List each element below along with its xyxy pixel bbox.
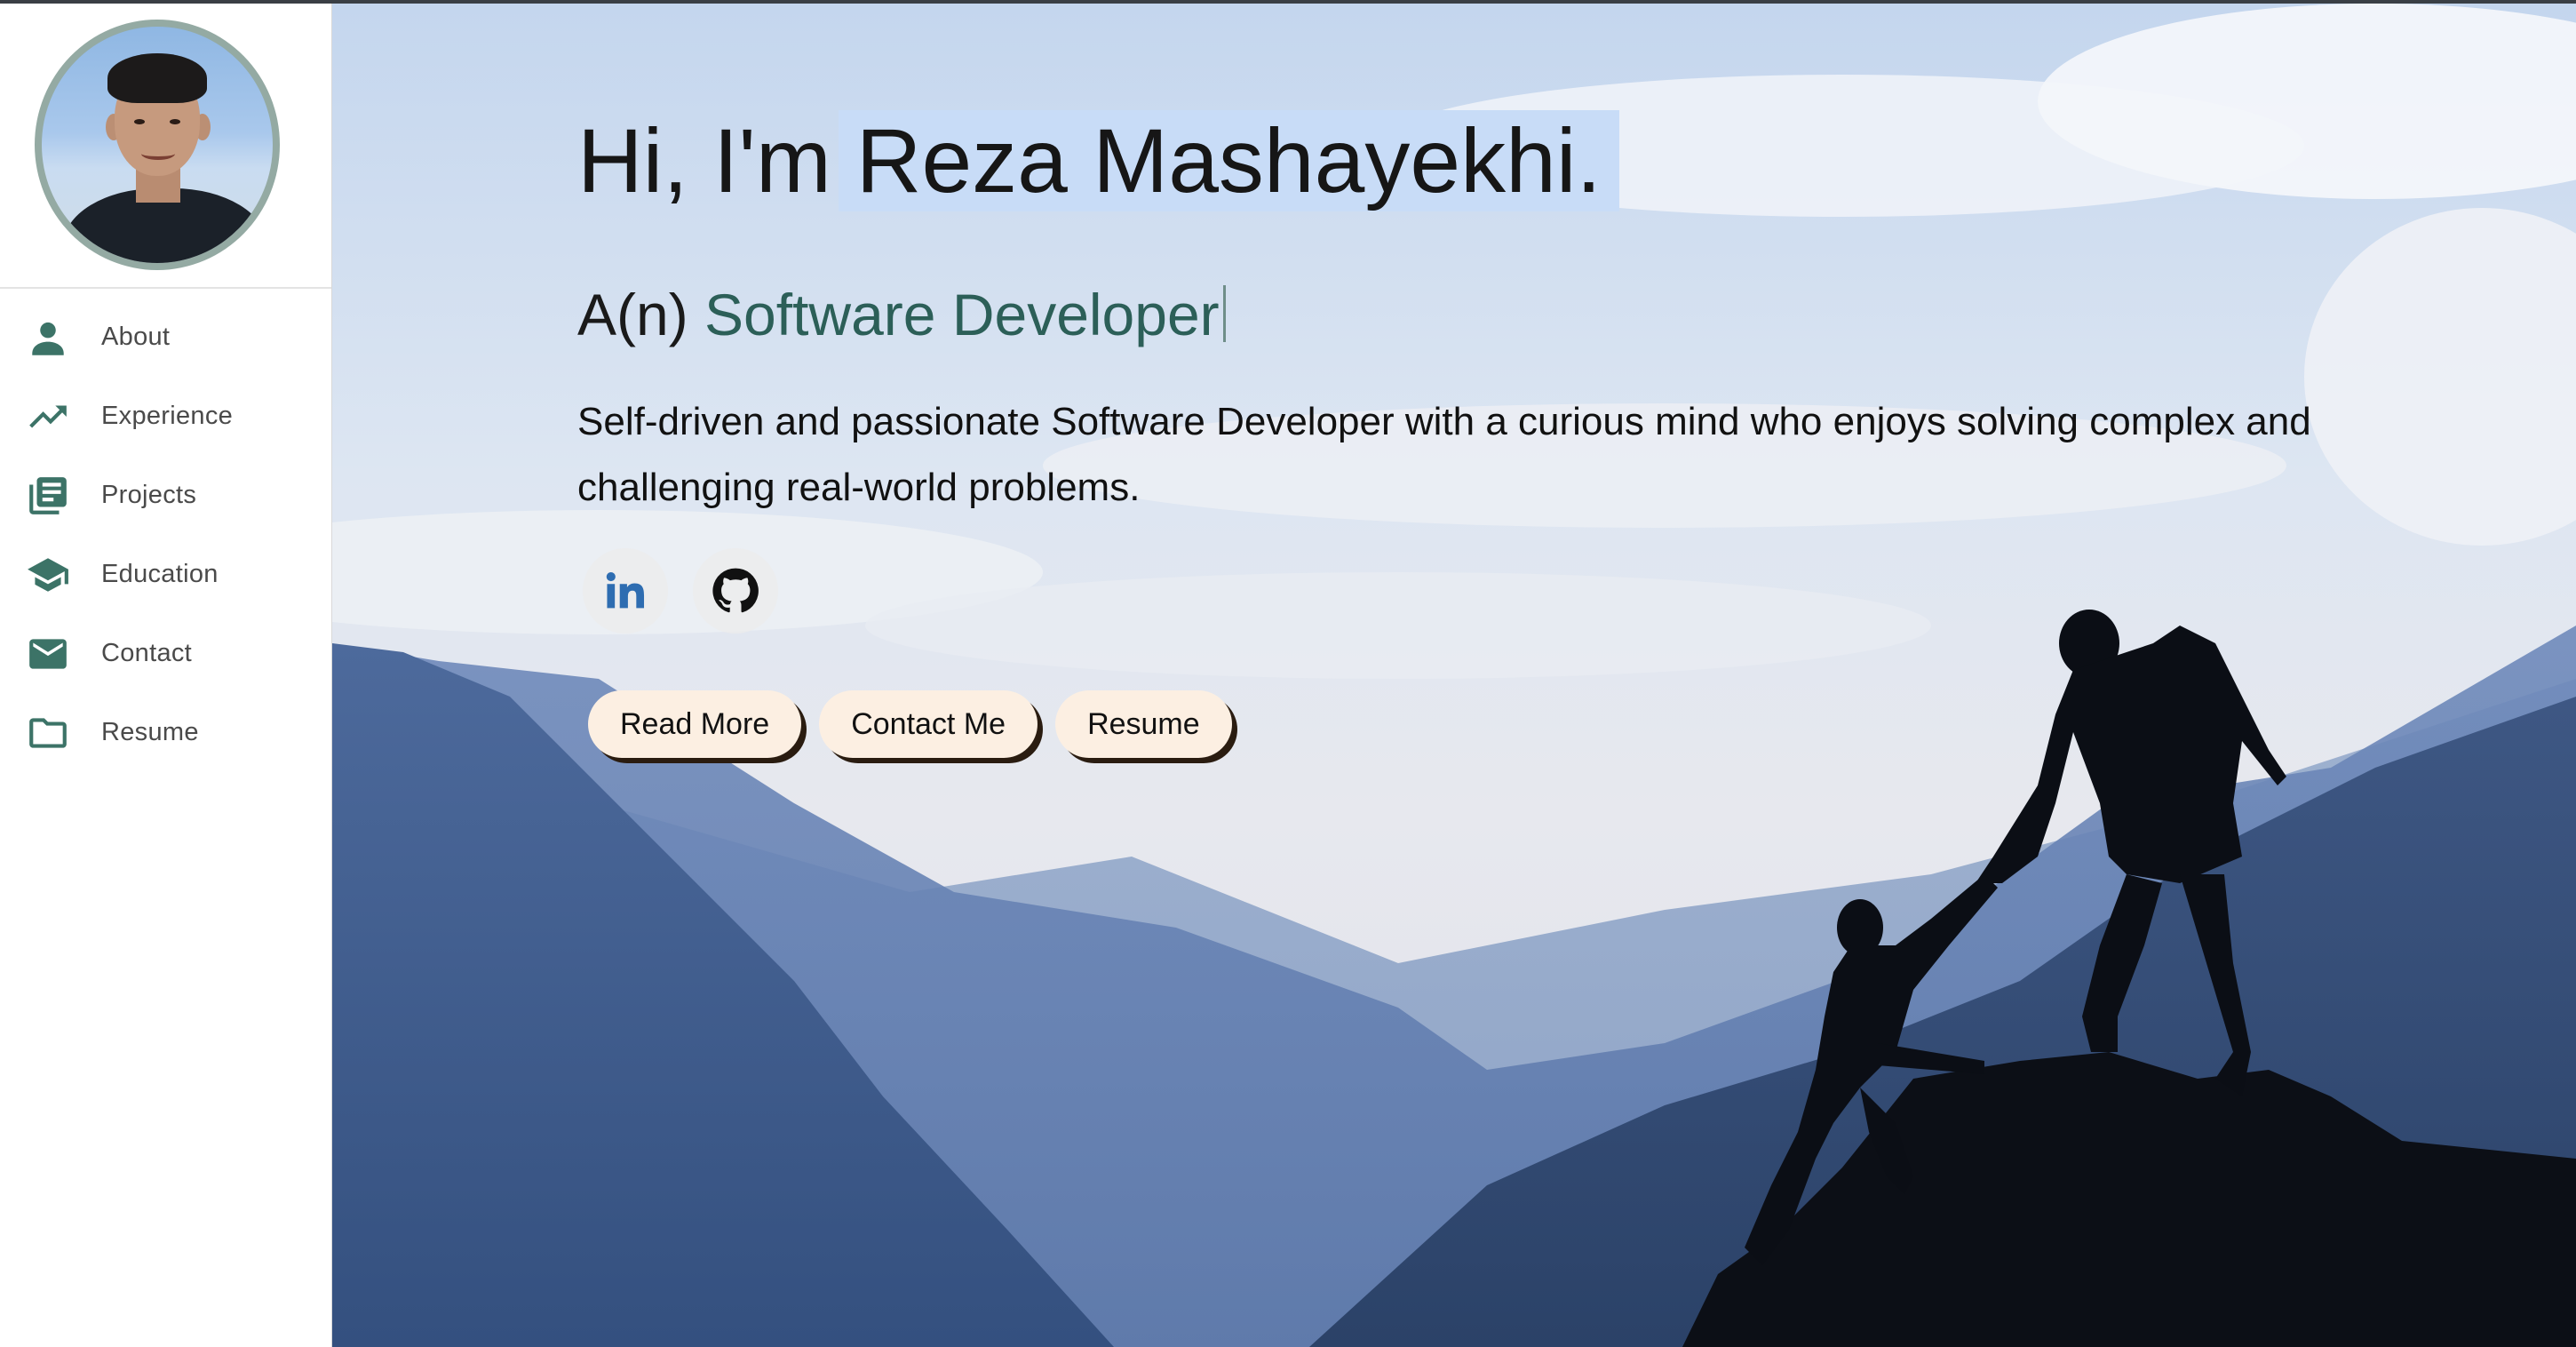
sidebar-item-label: Experience [101, 402, 234, 430]
mail-icon [25, 631, 71, 677]
person-icon [25, 315, 71, 361]
portfolio-page: About Experience Projects Education Cont… [0, 4, 2576, 1347]
sidebar-item-contact[interactable]: Contact [0, 614, 331, 693]
social-links [583, 548, 778, 634]
hero-section: Hi, I'm Reza Mashayekhi. A(n) Software De… [332, 4, 2576, 1347]
typing-cursor [1222, 285, 1226, 342]
role-prefix: A(n) [577, 282, 688, 347]
resume-button[interactable]: Resume [1055, 690, 1232, 758]
bio-text: Self-driven and passionate Software Deve… [577, 400, 2311, 509]
graduation-cap-icon [25, 552, 71, 598]
github-icon [712, 568, 759, 613]
role-line: A(n) Software Developer [577, 281, 1226, 348]
sidebar-item-label: Education [101, 560, 219, 588]
linkedin-icon [606, 571, 645, 609]
sidebar-item-resume[interactable]: Resume [0, 693, 331, 772]
read-more-button[interactable]: Read More [588, 690, 802, 758]
profile-header [0, 4, 331, 289]
sidebar-item-projects[interactable]: Projects [0, 456, 331, 535]
linkedin-link[interactable] [583, 548, 668, 634]
github-link[interactable] [693, 548, 778, 634]
sidebar-item-label: Contact [101, 639, 193, 667]
sidebar-item-label: Projects [101, 481, 197, 509]
typed-role: Software Developer [704, 282, 1220, 347]
sidebar-item-label: About [101, 323, 171, 351]
avatar [35, 20, 280, 270]
hero-greeting: Hi, I'm Reza Mashayekhi. [577, 107, 1619, 215]
folder-icon [25, 710, 71, 756]
trending-up-icon [25, 394, 71, 440]
highlighted-name: Reza Mashayekhi. [838, 110, 1619, 211]
sidebar-item-education[interactable]: Education [0, 535, 331, 614]
hero-actions: Read More Contact Me Resume [588, 690, 1232, 758]
contact-me-button[interactable]: Contact Me [819, 690, 1038, 758]
sidebar-nav: About Experience Projects Education Cont… [0, 289, 331, 772]
sidebar-item-about[interactable]: About [0, 298, 331, 377]
sidebar: About Experience Projects Education Cont… [0, 4, 332, 1347]
greeting-prefix: Hi, I'm [577, 110, 831, 211]
library-books-icon [25, 473, 71, 519]
sidebar-item-experience[interactable]: Experience [0, 377, 331, 456]
sidebar-item-label: Resume [101, 718, 199, 746]
